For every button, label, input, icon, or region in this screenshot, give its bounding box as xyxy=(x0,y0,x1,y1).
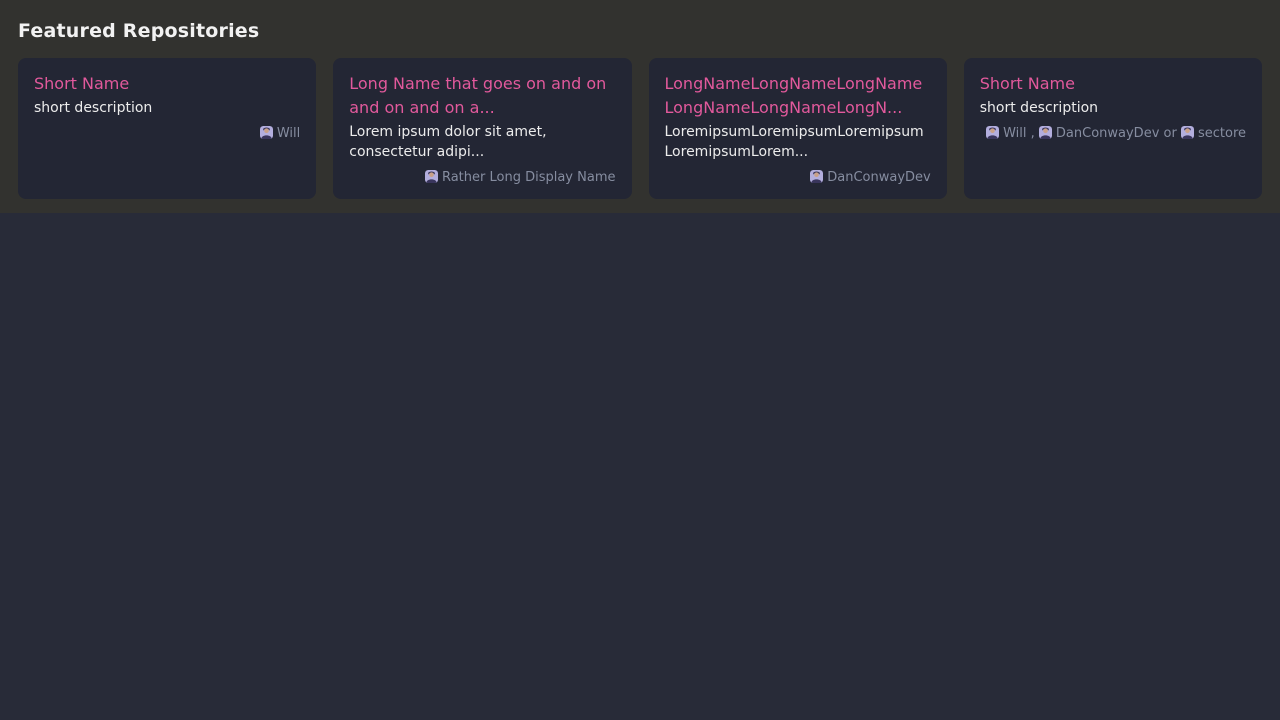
maintainer-row: Will xyxy=(34,125,300,142)
maintainer-link[interactable]: DanConwayDev or xyxy=(1039,126,1181,141)
avatar xyxy=(260,126,273,139)
repo-card[interactable]: Long Name that goes on and on and on and… xyxy=(333,58,631,199)
maintainer-name: Rather Long Display Name xyxy=(442,170,616,185)
repo-card[interactable]: LongNameLongNameLongNameLongNameLongName… xyxy=(649,58,947,199)
repo-card[interactable]: Short Name short description Will , DanC… xyxy=(964,58,1262,199)
maintainer-row: Will , DanConwayDev or sectore xyxy=(980,125,1246,142)
repo-description: short description xyxy=(34,98,300,118)
maintainer-link[interactable]: DanConwayDev xyxy=(810,170,930,185)
maintainer-separator: , xyxy=(1027,126,1039,141)
repo-description: LoremipsumLoremipsumLoremipsumLoremipsum… xyxy=(665,122,931,162)
maintainer-row: DanConwayDev xyxy=(665,169,931,186)
maintainer-row: Rather Long Display Name xyxy=(349,169,615,186)
maintainer-name: Will xyxy=(277,126,300,141)
maintainer-name: DanConwayDev xyxy=(827,170,930,185)
avatar xyxy=(986,126,999,139)
page-title: Featured Repositories xyxy=(18,20,1262,42)
maintainer-separator: or xyxy=(1159,126,1181,141)
avatar xyxy=(1181,126,1194,139)
maintainer-link[interactable]: Will , xyxy=(986,126,1039,141)
maintainer-link[interactable]: Rather Long Display Name xyxy=(425,170,616,185)
repo-name[interactable]: Long Name that goes on and on and on and… xyxy=(349,72,615,120)
repo-description: short description xyxy=(980,98,1246,118)
avatar xyxy=(810,170,823,183)
card-grid: Short Name short description Will Long N… xyxy=(18,58,1262,199)
maintainer-name: DanConwayDev xyxy=(1056,126,1159,141)
maintainer-link[interactable]: sectore xyxy=(1181,126,1246,141)
repo-card[interactable]: Short Name short description Will xyxy=(18,58,316,199)
avatar xyxy=(1039,126,1052,139)
repo-name[interactable]: Short Name xyxy=(980,72,1246,96)
maintainer-link[interactable]: Will xyxy=(260,126,300,141)
repo-name[interactable]: LongNameLongNameLongNameLongNameLongName… xyxy=(665,72,931,120)
featured-repositories-section: Featured Repositories Short Name short d… xyxy=(0,0,1280,213)
repo-name[interactable]: Short Name xyxy=(34,72,300,96)
maintainer-name: Will xyxy=(1003,126,1026,141)
maintainer-name: sectore xyxy=(1198,126,1246,141)
repo-description: Lorem ipsum dolor sit amet, consectetur … xyxy=(349,122,615,162)
avatar xyxy=(425,170,438,183)
